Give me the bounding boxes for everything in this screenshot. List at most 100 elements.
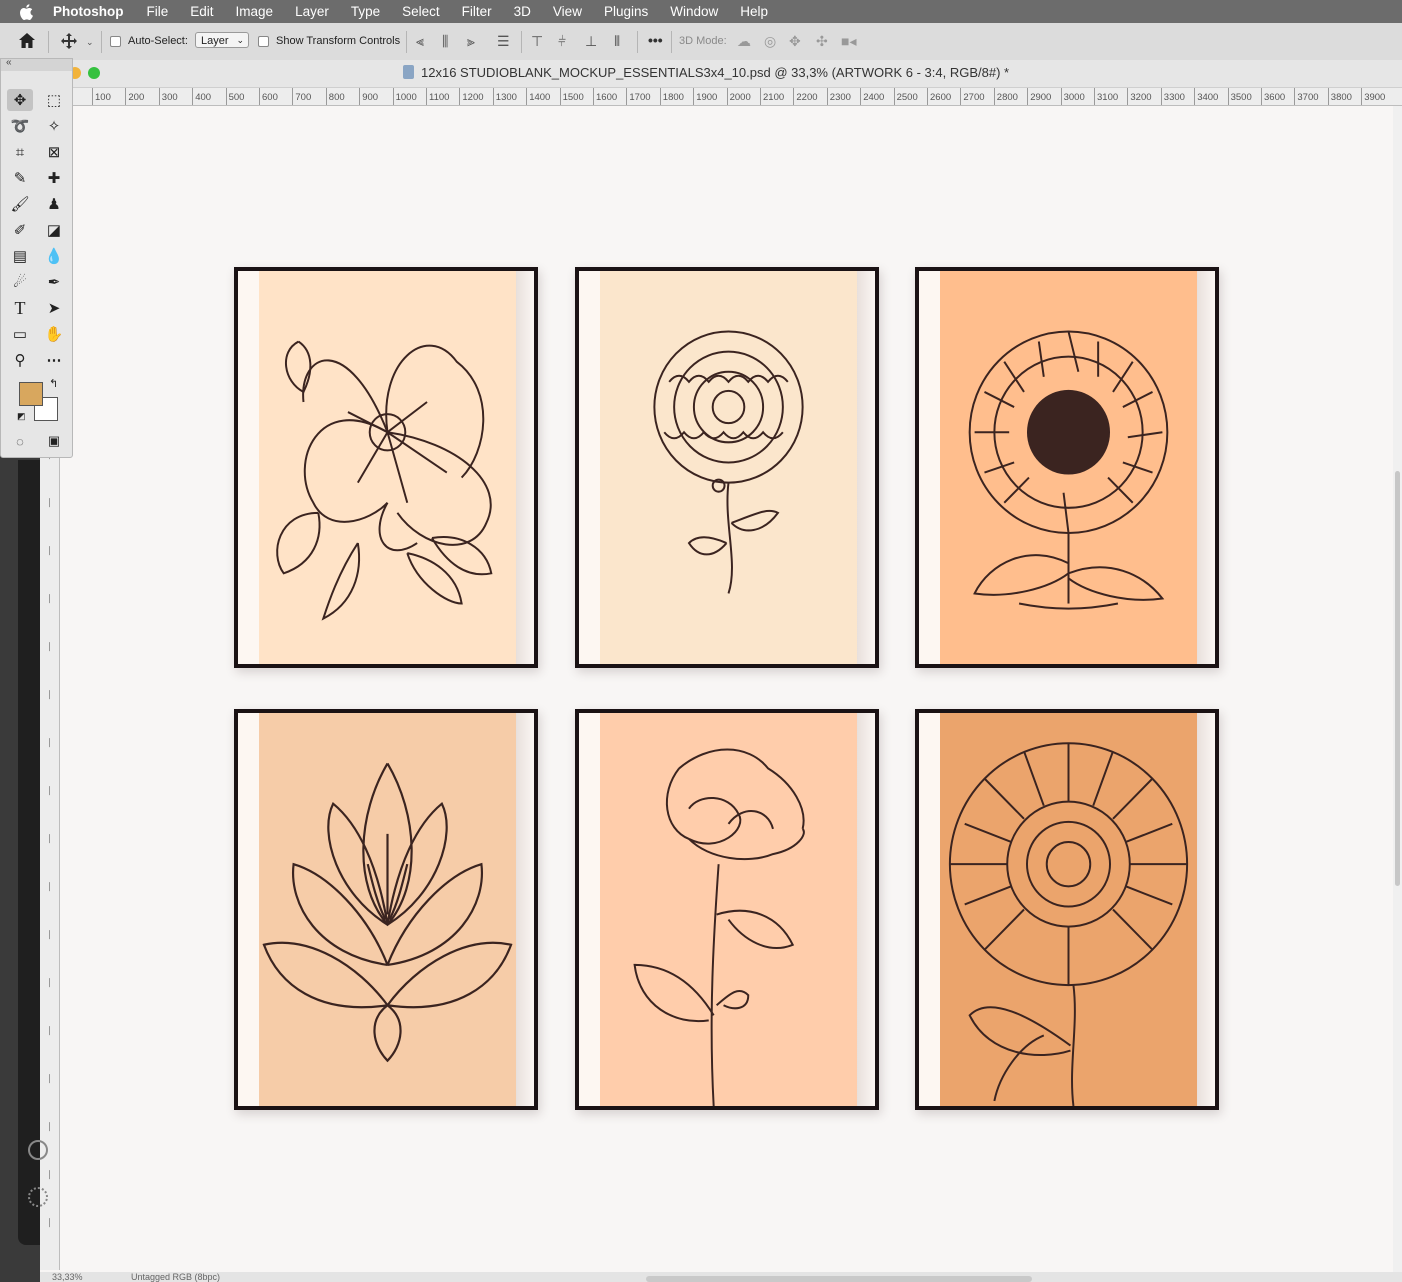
- menu-type[interactable]: Type: [351, 4, 380, 19]
- vertical-scroll-thumb[interactable]: [1395, 471, 1400, 886]
- clone-stamp-icon[interactable]: ♟: [41, 193, 67, 215]
- ruler-tick-label: 800: [325, 88, 345, 105]
- menu-help[interactable]: Help: [740, 4, 768, 19]
- vertical-scrollbar[interactable]: [1393, 106, 1402, 1272]
- chevron-down-icon: ⌄: [236, 35, 244, 45]
- rose-illustration: [259, 271, 516, 664]
- type-tool-icon[interactable]: T: [7, 297, 33, 319]
- auto-select-target-dropdown[interactable]: Layer ⌄: [195, 32, 249, 48]
- menu-layer[interactable]: Layer: [295, 4, 329, 19]
- frame-lotus[interactable]: [234, 709, 538, 1110]
- blur-icon[interactable]: 💧: [41, 245, 67, 267]
- quick-mask-icon[interactable]: ◌: [7, 430, 33, 452]
- magic-wand-icon[interactable]: ✧: [41, 115, 67, 137]
- 3d-roll-icon[interactable]: ◎: [764, 34, 776, 48]
- frame-tool-icon[interactable]: ⊠: [41, 141, 67, 163]
- ruler-tick-label: 1600: [592, 88, 618, 105]
- frame-poppy[interactable]: [575, 709, 879, 1110]
- frame-sunflower[interactable]: [915, 267, 1219, 668]
- rectangle-tool-icon[interactable]: ▭: [7, 323, 33, 345]
- 3d-mode-label: 3D Mode:: [679, 35, 727, 47]
- brush-icon[interactable]: 🖌: [7, 193, 33, 215]
- 3d-scale-icon[interactable]: ■◂: [841, 34, 856, 48]
- frame-shadow: [1197, 713, 1215, 1106]
- distribute-vertical-icon[interactable]: ⦀: [614, 34, 620, 48]
- menu-window[interactable]: Window: [670, 4, 718, 19]
- show-transform-controls-label: Show Transform Controls: [276, 35, 401, 47]
- move-tool-icon[interactable]: [61, 33, 77, 52]
- history-brush-icon[interactable]: ✐: [7, 219, 33, 241]
- ruler-tick-label: 2100: [759, 88, 785, 105]
- tools-panel-grip[interactable]: «: [1, 57, 72, 71]
- gradient-icon[interactable]: ▤: [7, 245, 33, 267]
- collapse-panel-icon[interactable]: «: [6, 57, 12, 68]
- 3d-pan-icon[interactable]: ✥: [789, 34, 801, 48]
- auto-select-checkbox[interactable]: [110, 36, 121, 47]
- frame-daisy[interactable]: [915, 709, 1219, 1110]
- crop-icon[interactable]: ⌗: [7, 141, 33, 163]
- align-vertical-center-icon[interactable]: ⫩: [558, 34, 566, 48]
- artwork-rose: [259, 271, 516, 664]
- menu-3d[interactable]: 3D: [514, 4, 531, 19]
- frame-shadow: [516, 713, 534, 1106]
- zoom-level[interactable]: 33,33%: [52, 1272, 83, 1282]
- menu-file[interactable]: File: [147, 4, 169, 19]
- frame-carnation[interactable]: [575, 267, 879, 668]
- canvas[interactable]: [60, 106, 1393, 1272]
- align-right-icon[interactable]: ⫸: [467, 34, 475, 48]
- 3d-orbit-icon[interactable]: ☁: [737, 34, 751, 48]
- tool-preset-chevron-icon[interactable]: ⌄: [86, 35, 94, 49]
- ruler-tick-label: 1700: [626, 88, 651, 105]
- menu-select[interactable]: Select: [402, 4, 440, 19]
- frame-rose[interactable]: [234, 267, 538, 668]
- menu-view[interactable]: View: [553, 4, 582, 19]
- divider: [671, 31, 672, 53]
- align-top-icon[interactable]: ⊤: [531, 34, 543, 48]
- rectangular-marquee-icon[interactable]: ⬚: [41, 89, 67, 111]
- move-tool-icon[interactable]: ✥: [7, 89, 33, 111]
- pen-icon[interactable]: ✒: [41, 271, 67, 293]
- zoom-window-button[interactable]: [88, 67, 100, 79]
- edit-toolbar-icon[interactable]: ⋯: [41, 349, 67, 371]
- eraser-icon[interactable]: ◪: [41, 219, 67, 241]
- screen-mode-icon[interactable]: ▣: [41, 430, 67, 452]
- menu-app-name[interactable]: Photoshop: [53, 4, 124, 19]
- path-selection-icon[interactable]: ➤: [41, 297, 67, 319]
- show-transform-controls-checkbox[interactable]: [258, 36, 269, 47]
- hand-tool-icon[interactable]: ✋: [41, 323, 67, 345]
- ruler-tick-label: │: [47, 498, 53, 507]
- ruler-tick-label: 3900: [1361, 88, 1386, 105]
- lasso-icon[interactable]: ➰: [7, 115, 33, 137]
- more-options-icon[interactable]: •••: [648, 32, 663, 48]
- dodge-icon[interactable]: ☄: [7, 271, 33, 293]
- healing-brush-icon[interactable]: ✚: [41, 167, 67, 189]
- align-bottom-icon[interactable]: ⊥: [585, 34, 597, 48]
- apple-icon[interactable]: [19, 3, 37, 21]
- properties-panel-icon[interactable]: [28, 1187, 48, 1207]
- ruler-tick-label: │: [47, 1170, 53, 1179]
- ruler-tick-label: 1300: [492, 88, 517, 105]
- 3d-slide-icon[interactable]: ✣: [816, 34, 828, 48]
- default-colors-icon[interactable]: ◩: [17, 411, 26, 422]
- home-icon[interactable]: [18, 32, 36, 52]
- menu-image[interactable]: Image: [236, 4, 274, 19]
- zoom-tool-icon[interactable]: ⚲: [7, 349, 33, 371]
- frame-shadow: [857, 713, 875, 1106]
- menu-plugins[interactable]: Plugins: [604, 4, 648, 19]
- distribute-horizontal-icon[interactable]: ☰: [497, 34, 510, 48]
- document-profile[interactable]: Untagged RGB (8bpc): [131, 1272, 220, 1282]
- menu-filter[interactable]: Filter: [462, 4, 492, 19]
- align-left-icon[interactable]: ⫷: [416, 34, 424, 48]
- ruler-tick-label: │: [47, 930, 53, 939]
- menu-edit[interactable]: Edit: [190, 4, 213, 19]
- swap-colors-icon[interactable]: ↰: [49, 377, 58, 390]
- ruler-tick-label: │: [47, 834, 53, 843]
- horizontal-ruler[interactable]: 100 200 300 400 500 600 700 800 900 1000 1100 1200 1…: [60, 88, 1402, 106]
- foreground-color-swatch[interactable]: [19, 382, 43, 406]
- align-horizontal-center-icon[interactable]: ⫼: [442, 34, 448, 48]
- eyedropper-icon[interactable]: ✎: [7, 167, 33, 189]
- ruler-tick-label: 1500: [559, 88, 584, 105]
- horizontal-scroll-thumb[interactable]: [646, 1276, 1032, 1282]
- document-title: 12x16 STUDIOBLANK_MOCKUP_ESSENTIALS3x4_1…: [421, 65, 1010, 80]
- learn-panel-icon[interactable]: [28, 1140, 48, 1160]
